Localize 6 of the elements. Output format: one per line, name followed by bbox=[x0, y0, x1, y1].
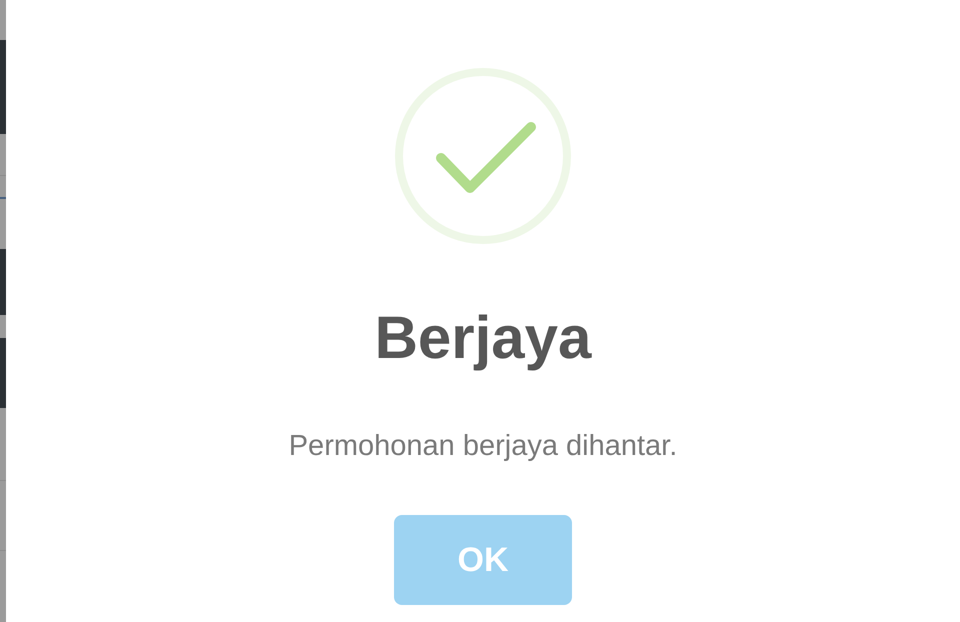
backdrop-bar bbox=[0, 338, 6, 408]
success-check-icon bbox=[395, 68, 571, 244]
ok-button[interactable]: OK bbox=[394, 515, 572, 605]
dialog-message: Permohonan berjaya dihantar. bbox=[288, 432, 678, 461]
backdrop-bar bbox=[0, 249, 6, 315]
dialog-title: Berjaya bbox=[374, 308, 592, 368]
